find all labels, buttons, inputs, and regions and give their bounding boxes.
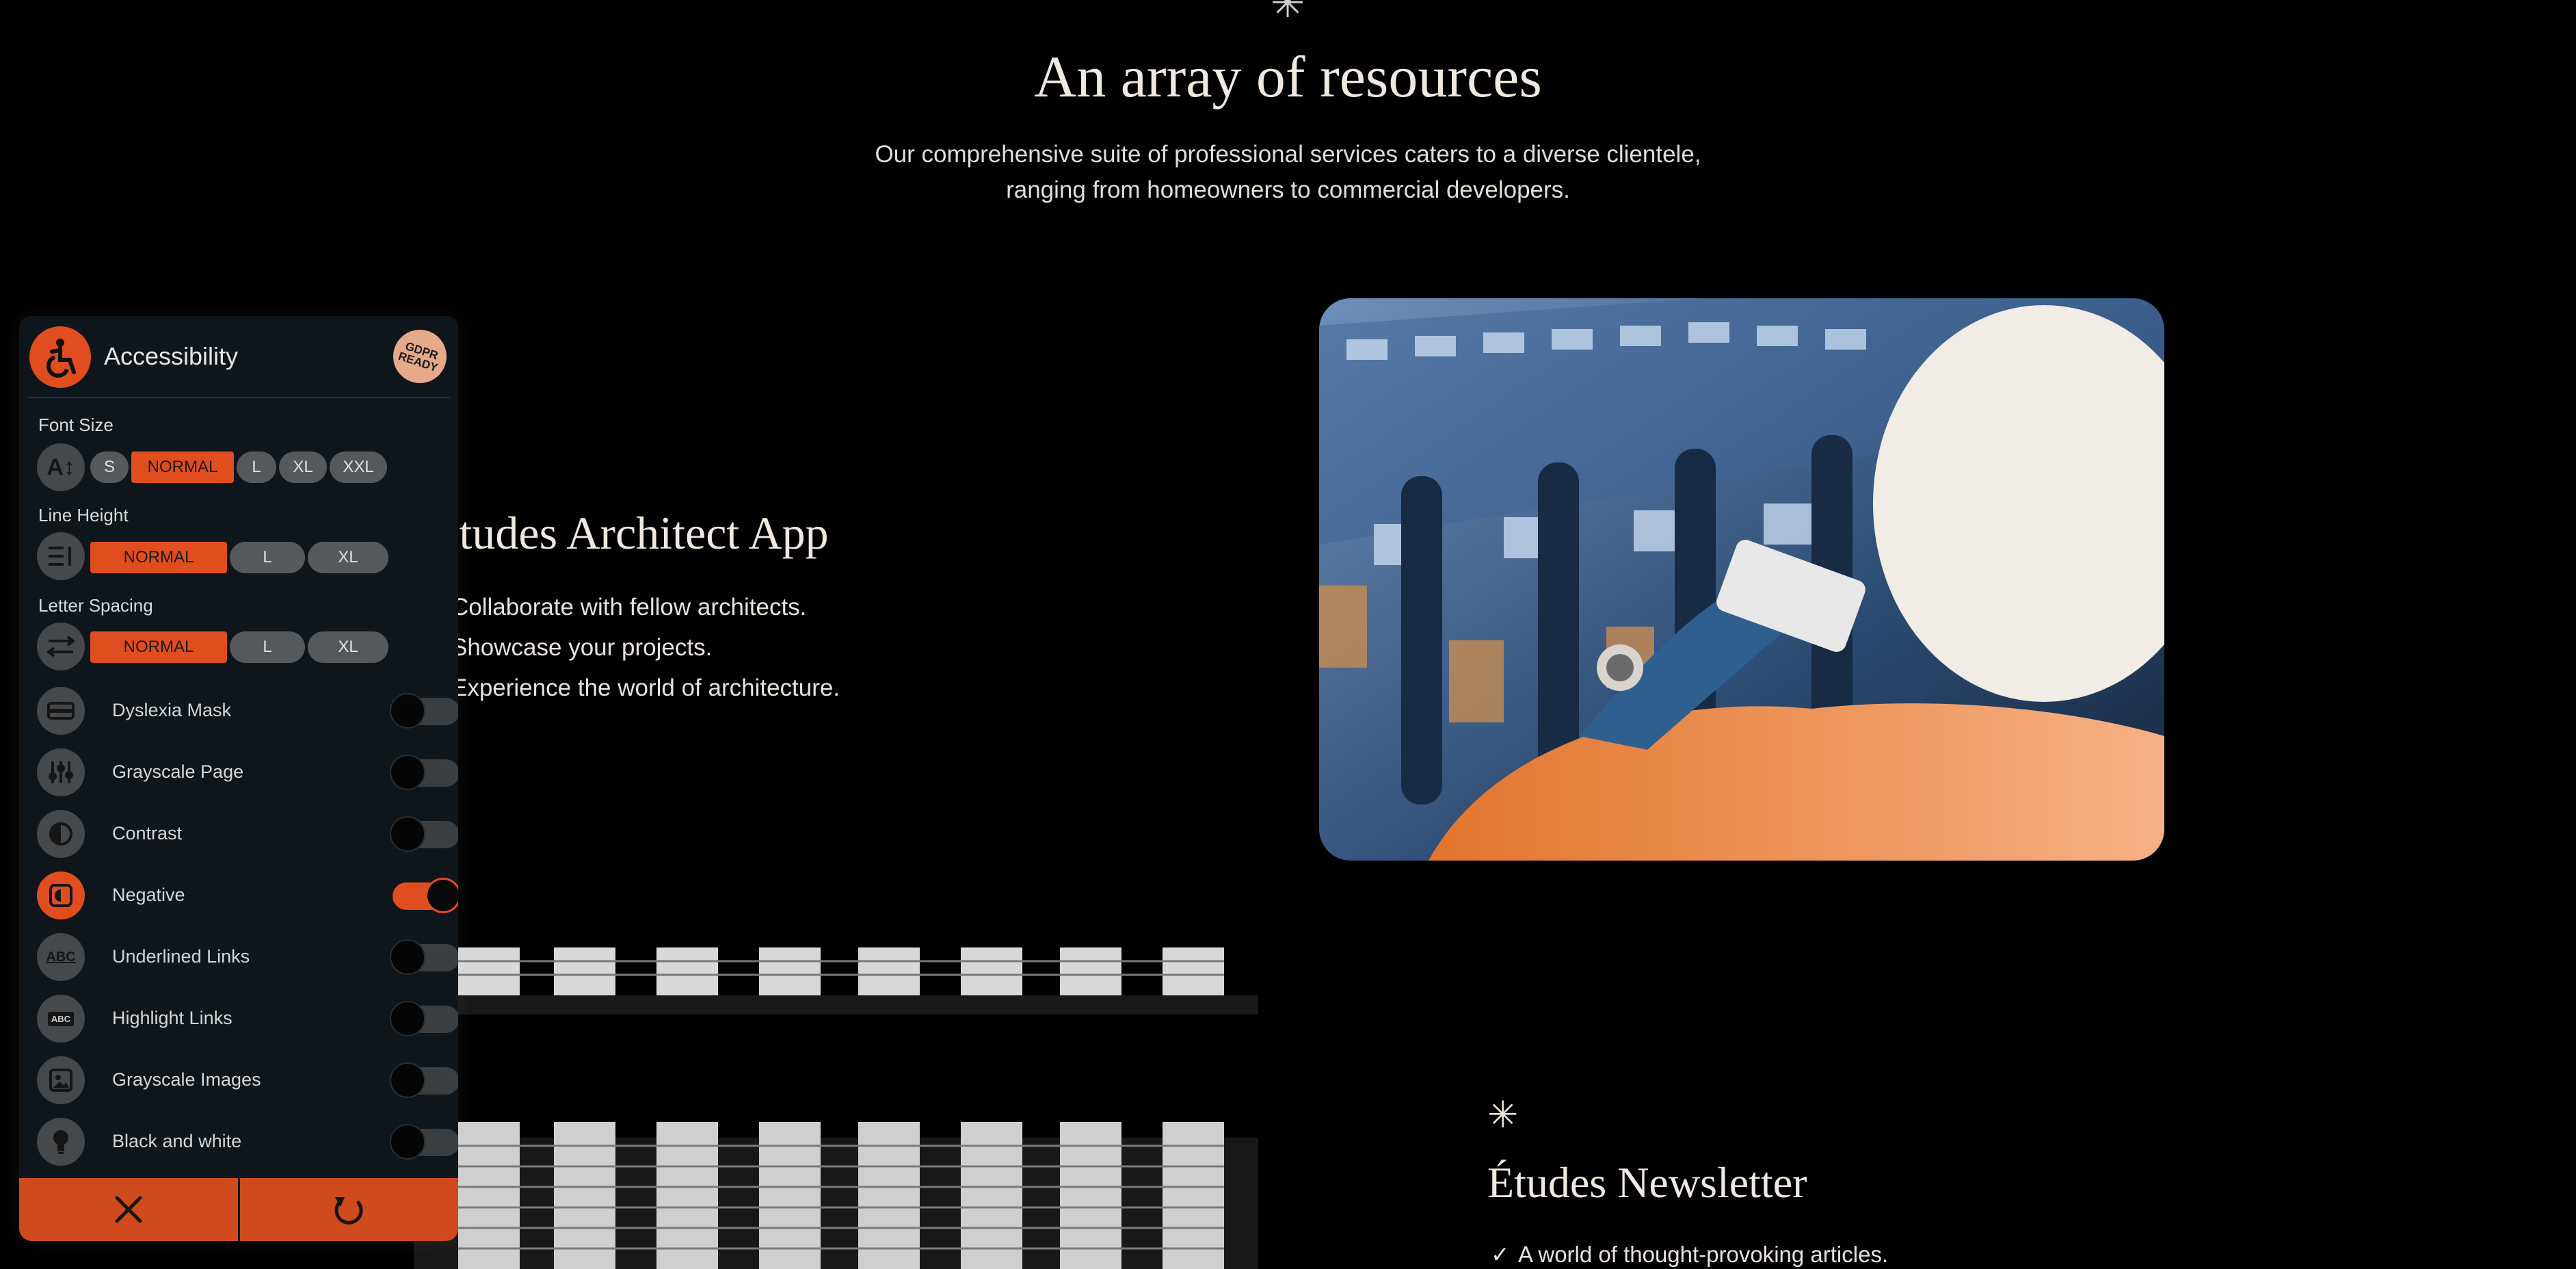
toggle-label: Dyslexia Mask: [112, 700, 232, 720]
check-icon: ✓: [1491, 1242, 1510, 1267]
contrast-toggle[interactable]: [390, 816, 458, 852]
app-feature-list: Collaborate with fellow architects. Show…: [451, 590, 840, 711]
close-icon: [115, 1196, 142, 1223]
contrast-icon: [37, 810, 85, 858]
panel-footer: [19, 1178, 458, 1241]
divider: [27, 397, 450, 398]
list-item: ✓ A world of thought-provoking articles.: [1491, 1242, 1889, 1267]
lightbulb-icon: [37, 1118, 85, 1166]
app-title: Études Architect App: [431, 507, 829, 559]
toggle-knob: [425, 878, 458, 913]
list-item: Showcase your projects.: [451, 634, 713, 661]
line-height-icon: [37, 532, 85, 580]
accessibility-icon: [29, 326, 91, 388]
gdpr-badge: GDPR READY: [386, 322, 454, 391]
toggle-row-dyslexia-mask[interactable]: Dyslexia Mask: [36, 683, 458, 737]
toggle-label: Highlight Links: [112, 1008, 233, 1028]
toggle-row-contrast[interactable]: Contrast: [36, 806, 458, 861]
font-size-option-s[interactable]: S: [90, 452, 129, 483]
line-height-label: Line Height: [38, 505, 129, 525]
accessibility-panel: Accessibility GDPR READY Font Size A↕ S …: [19, 316, 458, 1241]
newsletter-star-icon: ✳: [1487, 1095, 1519, 1136]
toggle-label: Contrast: [112, 823, 183, 843]
font-size-option-normal[interactable]: NORMAL: [131, 452, 234, 483]
negative-icon: [37, 872, 85, 919]
toggle-label: Underlined Links: [112, 946, 250, 967]
section-subtitle: Our comprehensive suite of professional …: [875, 141, 1701, 203]
line-height-option-xl[interactable]: XL: [308, 542, 388, 573]
reset-button[interactable]: [237, 1178, 458, 1241]
toggle-row-black-and-white[interactable]: Black and white: [36, 1114, 458, 1168]
newsletter-title: Études Newsletter: [1487, 1158, 1807, 1207]
toggle-label: Grayscale Images: [112, 1069, 261, 1090]
building-facade-photo: [414, 947, 1258, 1269]
architect-app-photo: [1319, 298, 2164, 861]
font-size-options: S NORMAL L XL XXL: [90, 452, 387, 483]
panel-header: Accessibility GDPR READY: [19, 316, 458, 398]
letter-spacing-icon: [37, 623, 85, 670]
toggle-row-negative[interactable]: Negative: [36, 867, 458, 922]
panel-title: Accessibility: [104, 342, 239, 370]
line-height-option-normal[interactable]: NORMAL: [90, 542, 227, 573]
toggle-label: Negative: [112, 885, 185, 905]
grayscale-page-toggle[interactable]: [390, 755, 458, 790]
list-item: Experience the world of architecture.: [451, 675, 840, 701]
toggle-knob: [390, 1124, 425, 1160]
letter-spacing-option-xl[interactable]: XL: [308, 631, 388, 663]
toggle-knob: [390, 1001, 425, 1036]
line-height-option-l[interactable]: L: [230, 542, 305, 573]
font-size-option-l[interactable]: L: [237, 452, 276, 483]
font-size-option-xxl[interactable]: XXL: [330, 452, 387, 483]
black-and-white-toggle[interactable]: [390, 1124, 458, 1160]
toggle-label: Black and white: [112, 1131, 242, 1151]
list-item: Collaborate with fellow architects.: [451, 594, 807, 620]
font-size-icon: A↕: [37, 443, 85, 491]
line-height-options: NORMAL L XL: [90, 542, 388, 573]
font-size-option-xl[interactable]: XL: [279, 452, 327, 483]
top-star-icon: ✳: [1270, 0, 1305, 26]
font-size-label: Font Size: [38, 415, 114, 435]
letter-spacing-options: NORMAL L XL: [90, 631, 388, 663]
toggle-label: Grayscale Page: [112, 761, 244, 782]
toggle-knob: [390, 693, 425, 729]
letter-spacing-label: Letter Spacing: [38, 595, 153, 616]
toggle-knob: [390, 1062, 425, 1098]
image-icon: [37, 1056, 85, 1104]
letter-spacing-option-normal[interactable]: NORMAL: [90, 631, 227, 663]
reset-icon: [334, 1197, 363, 1225]
toggle-row-underlined-links[interactable]: ABC Underlined Links: [36, 929, 458, 984]
toggle-row-highlight-links[interactable]: ABC Highlight Links: [36, 991, 458, 1045]
toggle-knob: [390, 755, 425, 790]
sliders-icon: [37, 748, 85, 796]
abc-underline-icon: ABC: [37, 933, 85, 981]
toggle-knob: [390, 816, 425, 852]
section-title: An array of resources: [1034, 44, 1542, 109]
highlight-links-toggle[interactable]: [390, 1001, 458, 1036]
dyslexia-mask-toggle[interactable]: [390, 693, 458, 729]
abc-highlight-icon: ABC: [37, 995, 85, 1043]
underlined-links-toggle[interactable]: [390, 939, 458, 975]
close-button[interactable]: [19, 1178, 238, 1241]
dyslexia-mask-icon: [37, 687, 85, 735]
letter-spacing-option-l[interactable]: L: [230, 631, 305, 663]
toggle-knob: [390, 939, 425, 975]
toggle-row-grayscale-images[interactable]: Grayscale Images: [36, 1052, 458, 1107]
toggle-row-grayscale-page[interactable]: Grayscale Page: [36, 744, 458, 799]
negative-toggle[interactable]: [393, 878, 458, 913]
grayscale-images-toggle[interactable]: [390, 1062, 458, 1098]
